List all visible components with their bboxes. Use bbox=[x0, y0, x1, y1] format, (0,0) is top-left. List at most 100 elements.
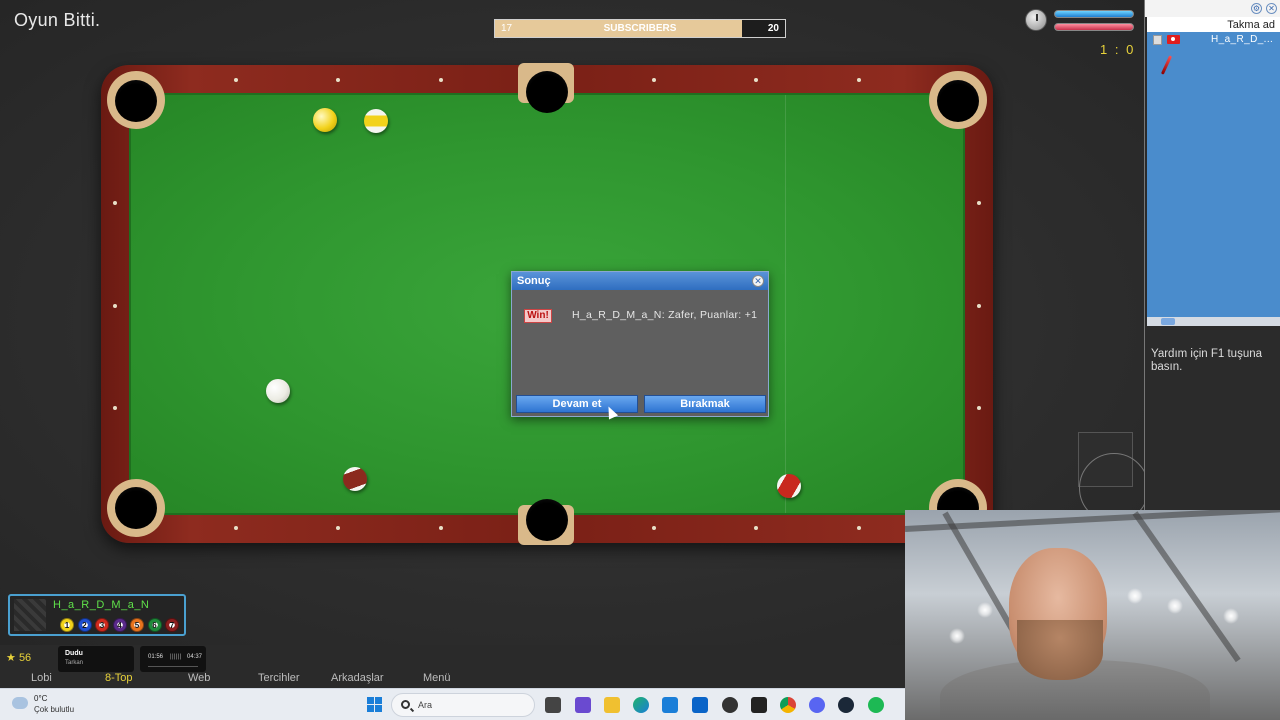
menu-8-ball[interactable]: 8-Top bbox=[105, 672, 133, 684]
status-icon bbox=[1153, 35, 1162, 45]
search-icon bbox=[401, 700, 410, 709]
side-toolbar: ⚙ ✕ bbox=[1145, 0, 1280, 17]
cue-spin-control[interactable] bbox=[1078, 432, 1149, 523]
player-ball-1: 1 bbox=[60, 618, 74, 632]
player-ball-5: 5 bbox=[130, 618, 144, 632]
start-square bbox=[367, 705, 374, 712]
turkey-flag-icon bbox=[1167, 35, 1180, 44]
rail-diamond bbox=[652, 78, 656, 82]
media-progress-line bbox=[148, 666, 198, 667]
player-ball-2: 2 bbox=[77, 618, 92, 632]
ceiling-beam bbox=[905, 510, 1280, 532]
media-track-title: Dudu bbox=[65, 650, 83, 657]
rail-diamond bbox=[977, 406, 981, 410]
clock-icon bbox=[1025, 9, 1047, 31]
discord-icon[interactable] bbox=[809, 697, 825, 713]
rail-diamond bbox=[977, 304, 981, 308]
player2-timer-bar bbox=[1054, 23, 1134, 31]
rail-diamond bbox=[439, 78, 443, 82]
ceiling-light bbox=[977, 602, 993, 618]
media-widget-progress[interactable]: 01:56 |||||| 04:37 bbox=[140, 646, 206, 672]
horizontal-scrollbar[interactable] bbox=[1147, 317, 1280, 326]
weather-description[interactable]: Çok bulutlu bbox=[34, 705, 74, 714]
media-widget-track[interactable]: Dudu Tarkan bbox=[58, 646, 134, 672]
player-ball-3: 3 bbox=[95, 618, 109, 632]
close-icon[interactable]: ✕ bbox=[752, 275, 764, 287]
match-score: 1 : 0 bbox=[1100, 42, 1136, 57]
pocket-top-left bbox=[115, 80, 157, 122]
leave-button[interactable]: Bırakmak bbox=[644, 395, 766, 413]
webcam-overlay bbox=[905, 510, 1280, 720]
ceiling-light bbox=[1167, 598, 1183, 614]
scrollbar-thumb[interactable] bbox=[1161, 318, 1175, 325]
player-list-item[interactable]: H_a_R_D_... bbox=[1211, 34, 1273, 45]
star-count: ★ 56 bbox=[6, 651, 31, 664]
subscribers-label: SUBSCRIBERS bbox=[603, 23, 677, 34]
ceiling-light bbox=[1223, 608, 1239, 624]
star-value: 56 bbox=[18, 652, 32, 664]
nickname-column-header[interactable]: Takma ad bbox=[1227, 19, 1275, 31]
terminal-icon[interactable] bbox=[751, 697, 767, 713]
rail-diamond bbox=[857, 526, 861, 530]
start-square bbox=[375, 697, 382, 704]
weather-temperature[interactable]: 0°C bbox=[34, 694, 47, 703]
avatar bbox=[14, 599, 46, 631]
edge-icon[interactable] bbox=[633, 697, 649, 713]
player-list-header: Takma ad bbox=[1147, 17, 1280, 32]
star-icon: ★ bbox=[6, 652, 16, 664]
spotify-icon[interactable] bbox=[868, 697, 884, 713]
pocket-bottom-left bbox=[115, 487, 157, 529]
taskbar: 0°C Çok bulutlu Ara bbox=[0, 688, 905, 720]
menu-preferences[interactable]: Tercihler bbox=[258, 672, 300, 684]
player-list[interactable]: Takma ad H_a_R_D_... bbox=[1147, 17, 1280, 317]
dialog-titlebar[interactable]: Sonuç ✕ bbox=[512, 272, 768, 290]
start-square bbox=[375, 705, 382, 712]
rail-diamond bbox=[234, 78, 238, 82]
cloud-icon[interactable] bbox=[12, 697, 28, 709]
cue-ball bbox=[266, 379, 290, 403]
game-status: Oyun Bitti. bbox=[14, 10, 101, 30]
player-panel: H_a_R_D_M_a_N 1234567 bbox=[8, 594, 186, 636]
close-icon[interactable]: ✕ bbox=[1266, 3, 1277, 14]
game-icon[interactable] bbox=[722, 697, 738, 713]
rail-diamond bbox=[336, 526, 340, 530]
player-name: H_a_R_D_M_a_N bbox=[53, 599, 150, 611]
menu-friends[interactable]: Arkadaşlar bbox=[331, 672, 384, 684]
help-text: Yardım için F1 tuşuna basın. bbox=[1151, 348, 1263, 373]
win-badge: Win! bbox=[524, 309, 552, 323]
rail-diamond bbox=[439, 526, 443, 530]
taskbar-search[interactable]: Ara bbox=[391, 693, 535, 717]
menu-menu[interactable]: Menü bbox=[423, 672, 451, 684]
rail-diamond bbox=[754, 526, 758, 530]
red-striped-ball bbox=[777, 474, 801, 498]
player1-timer-bar bbox=[1054, 10, 1134, 18]
outlook-icon[interactable] bbox=[692, 697, 708, 713]
continue-button[interactable]: Devam et bbox=[516, 395, 638, 413]
teams-icon[interactable] bbox=[575, 697, 591, 713]
steam-icon[interactable] bbox=[838, 697, 854, 713]
media-track-artist: Tarkan bbox=[65, 660, 84, 666]
rail-diamond bbox=[652, 526, 656, 530]
pocket-bottom-middle bbox=[526, 499, 568, 541]
task-view-icon[interactable] bbox=[545, 697, 561, 713]
rail-diamond bbox=[113, 201, 117, 205]
subscribers-goal: 20 bbox=[767, 23, 779, 34]
media-time-elapsed: 01:56 bbox=[148, 654, 164, 660]
media-waveform: |||||| bbox=[170, 654, 182, 660]
search-placeholder: Ara bbox=[418, 700, 433, 710]
store-icon[interactable] bbox=[662, 697, 678, 713]
person-beard bbox=[1017, 620, 1103, 680]
side-panel: ⚙ ✕ Takma ad H_a_R_D_... Yardım için F1 … bbox=[1144, 0, 1280, 510]
pocket-top-middle bbox=[526, 71, 568, 113]
windows-start-icon[interactable] bbox=[367, 697, 383, 713]
settings-icon[interactable]: ⚙ bbox=[1251, 3, 1262, 14]
result-message: H_a_R_D_M_a_N: Zafer, Puanlar: +1 bbox=[572, 309, 758, 321]
explorer-icon[interactable] bbox=[604, 697, 620, 713]
chrome-icon[interactable] bbox=[780, 697, 796, 713]
player-ball-4: 4 bbox=[112, 618, 127, 632]
menu-lobby[interactable]: Lobi bbox=[31, 672, 52, 684]
rail-diamond bbox=[977, 201, 981, 205]
result-dialog: Sonuç ✕ Win! H_a_R_D_M_a_N: Zafer, Puanl… bbox=[511, 271, 769, 417]
menu-web[interactable]: Web bbox=[188, 672, 210, 684]
rail-diamond bbox=[857, 78, 861, 82]
